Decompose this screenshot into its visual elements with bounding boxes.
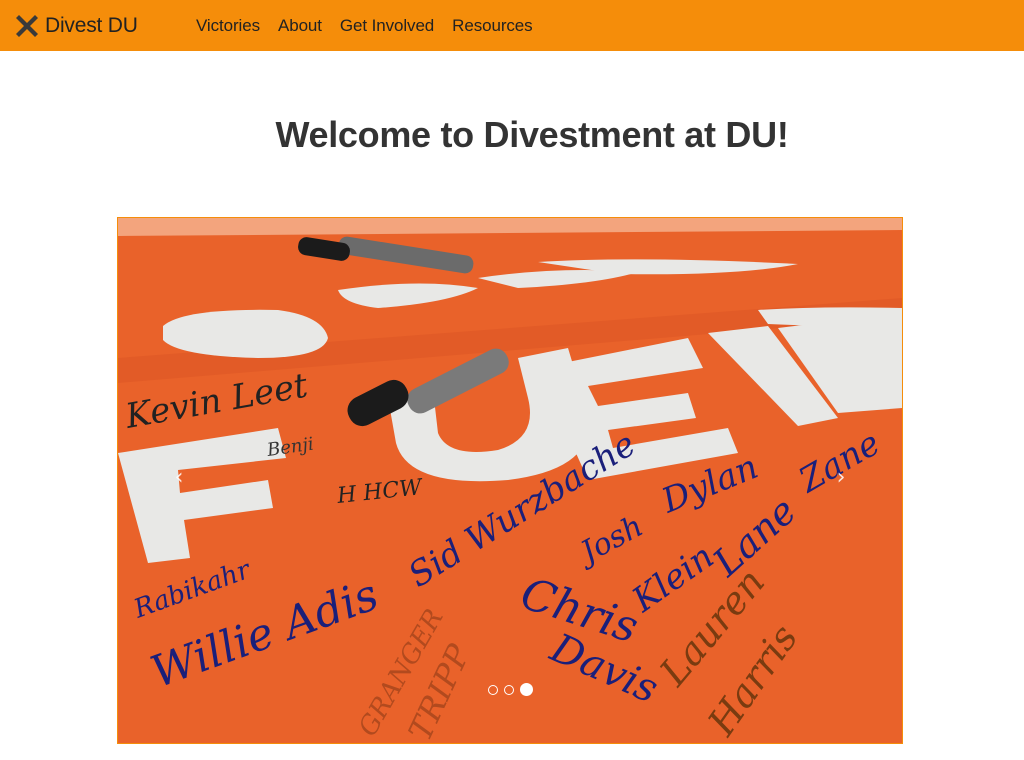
top-navbar: Divest DU Victories About Get Involved R… — [0, 0, 1024, 51]
carousel-indicators — [118, 683, 902, 696]
carousel-prev-button[interactable]: ‹ — [164, 463, 194, 493]
brand-label: Divest DU — [45, 13, 138, 37]
carousel-indicator-2[interactable] — [503, 684, 514, 695]
x-mark-icon — [16, 14, 38, 37]
page-title: Welcome to Divestment at DU! — [275, 114, 789, 155]
nav-link-victories[interactable]: Victories — [196, 16, 260, 36]
nav-link-about[interactable]: About — [278, 16, 322, 36]
brand-link[interactable]: Divest DU — [14, 13, 182, 39]
carousel-indicator-1[interactable] — [487, 684, 498, 695]
nav-link-get-involved[interactable]: Get Involved — [340, 16, 434, 36]
image-carousel: Chris Davis Josh Klein Dylan Lane Zane W… — [117, 217, 903, 744]
chevron-left-icon: ‹ — [174, 465, 184, 490]
nav-links: Victories About Get Involved Resources — [196, 16, 551, 36]
nav-link-resources[interactable]: Resources — [452, 16, 532, 36]
carousel-indicator-3[interactable] — [519, 683, 533, 696]
carousel-next-button[interactable]: › — [826, 463, 856, 493]
carousel-slide-image: Chris Davis Josh Klein Dylan Lane Zane W… — [118, 218, 902, 743]
chevron-right-icon: › — [836, 465, 846, 490]
